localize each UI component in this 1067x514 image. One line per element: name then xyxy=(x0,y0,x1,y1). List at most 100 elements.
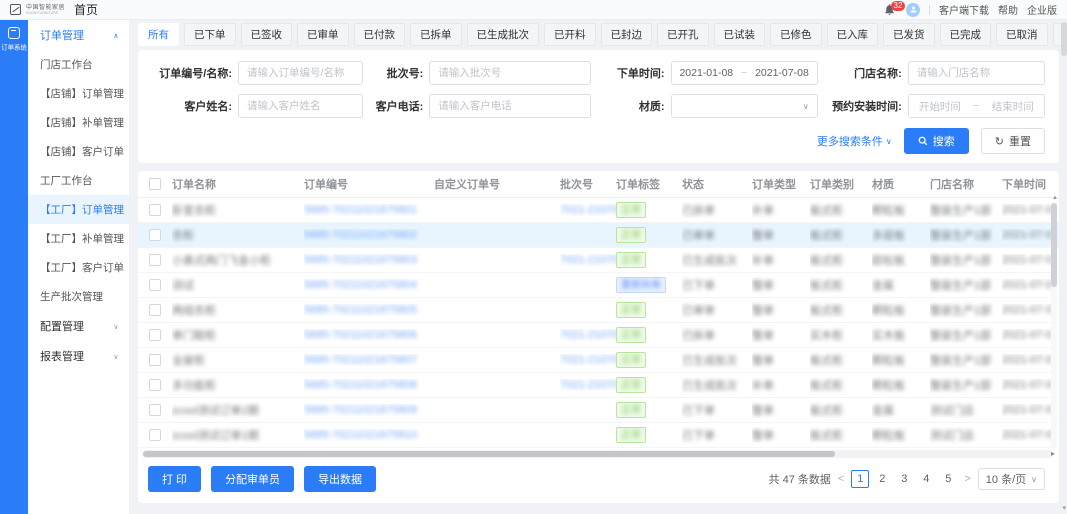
sidebar-item[interactable]: 【店铺】客户订单 xyxy=(28,137,129,166)
table-row[interactable]: zcool测试订单1期5685-70211021675810正常已下单整单板式柜… xyxy=(138,423,1059,448)
batch-number-link[interactable]: 7021-210705-5e xyxy=(560,379,616,391)
batch-no-input[interactable] xyxy=(429,61,590,85)
table-row[interactable]: 两组衣柜5685-70211021675805正常已审单整单板式柜颗粒板整装生产… xyxy=(138,298,1059,323)
sidebar-item[interactable]: 工厂工作台 xyxy=(28,166,129,195)
batch-number-link[interactable]: 7021-210705-5a xyxy=(560,204,616,216)
user-avatar[interactable] xyxy=(906,3,920,17)
sidebar-section-order-management[interactable]: 订单管理 ∧ xyxy=(28,20,129,50)
tab-已下单[interactable]: 已下单 xyxy=(184,23,236,46)
table-horizontal-scrollbar[interactable]: ▸ xyxy=(142,450,1053,458)
order-number-link[interactable]: 5685-70211021675805 xyxy=(304,304,417,316)
order-system-label[interactable]: 订单系统 xyxy=(1,43,27,52)
table-row[interactable]: 全屋柜5685-702110216758077021-210705-5d正常已生… xyxy=(138,348,1059,373)
row-checkbox[interactable] xyxy=(149,379,161,391)
table-row[interactable]: 测试5685-70211021675804重新拆单已下单整单板式柜金属整装生产1… xyxy=(138,273,1059,298)
tab-已开孔[interactable]: 已开孔 xyxy=(657,23,709,46)
page-size-select[interactable]: 10 条/页 ∨ xyxy=(978,468,1045,490)
order-number-link[interactable]: 5685-70211021675806 xyxy=(304,329,417,341)
table-row[interactable]: 多功能柜5685-702110216758087021-210705-5e正常已… xyxy=(138,373,1059,398)
help-link[interactable]: 帮助 xyxy=(998,2,1018,17)
vertical-scroll-thumb[interactable] xyxy=(1051,203,1057,287)
tab-已试装[interactable]: 已试装 xyxy=(714,23,766,46)
row-checkbox[interactable] xyxy=(149,404,161,416)
order-system-icon[interactable] xyxy=(8,27,20,39)
order-number-link[interactable]: 5685-70211021675802 xyxy=(304,229,417,241)
table-row[interactable]: 单门鞋柜5685-702110216758067021-210705-5c正常已… xyxy=(138,323,1059,348)
page-button-1[interactable]: 1 xyxy=(851,470,869,488)
export-data-button[interactable]: 导出数据 xyxy=(304,466,376,492)
row-checkbox[interactable] xyxy=(149,279,161,291)
tab-已开料[interactable]: 已开料 xyxy=(544,23,596,46)
table-row[interactable]: 衣柜5685-70211021675802正常已审单整单板式柜多层板整装生产1部… xyxy=(138,223,1059,248)
tab-所有[interactable]: 所有 xyxy=(138,23,179,46)
scroll-down-icon[interactable]: ▾ xyxy=(1062,504,1066,512)
print-button[interactable]: 打 印 xyxy=(148,466,201,492)
store-name-input[interactable] xyxy=(908,61,1045,85)
reset-button[interactable]: ↻ 重置 xyxy=(981,128,1045,154)
tab-已取消[interactable]: 已取消 xyxy=(996,23,1048,46)
order-time-range-picker[interactable]: 2021-01-08 ~ 2021-07-08 xyxy=(671,61,818,85)
sidebar-item[interactable]: 【工厂】订单管理 xyxy=(28,195,129,224)
home-breadcrumb[interactable]: 首页 xyxy=(74,1,98,18)
search-button[interactable]: 搜索 xyxy=(904,128,969,154)
tab-已封边[interactable]: 已封边 xyxy=(601,23,653,46)
sidebar-item[interactable]: 门店工作台 xyxy=(28,50,129,79)
batch-number-link[interactable]: 7021-210705-5c xyxy=(560,329,616,341)
order-number-link[interactable]: 5685-70211021675808 xyxy=(304,379,417,391)
customer-phone-input[interactable] xyxy=(429,94,590,118)
order-number-link[interactable]: 5685-70211021675809 xyxy=(304,404,417,416)
page-button-3[interactable]: 3 xyxy=(895,470,913,488)
tab-已拆单[interactable]: 已拆单 xyxy=(410,23,462,46)
table-vertical-scrollbar[interactable] xyxy=(1051,203,1057,449)
order-number-link[interactable]: 5685-70211021675804 xyxy=(304,279,417,291)
prev-page-button[interactable]: < xyxy=(838,473,844,485)
row-checkbox[interactable] xyxy=(149,354,161,366)
row-checkbox[interactable] xyxy=(149,329,161,341)
tab-已付款[interactable]: 已付款 xyxy=(354,23,406,46)
table-row[interactable]: 小美式两门飞金小柜5685-702110216758037021-210705-… xyxy=(138,248,1059,273)
row-checkbox[interactable] xyxy=(149,229,161,241)
install-time-end-placeholder[interactable]: 结束时间 xyxy=(992,99,1034,114)
tab-已完成[interactable]: 已完成 xyxy=(940,23,992,46)
next-page-button[interactable]: > xyxy=(964,473,970,485)
horizontal-scroll-thumb[interactable] xyxy=(143,451,835,457)
page-button-4[interactable]: 4 xyxy=(917,470,935,488)
sidebar-item[interactable]: 【工厂】补单管理 xyxy=(28,224,129,253)
order-time-start[interactable]: 2021-01-08 xyxy=(679,67,733,79)
tab-已入库[interactable]: 已入库 xyxy=(827,23,879,46)
page-scrollbar-thumb[interactable] xyxy=(1061,22,1067,56)
row-checkbox[interactable] xyxy=(149,254,161,266)
material-select[interactable]: ∨ xyxy=(671,94,818,118)
sidebar-item[interactable]: 生产批次管理 xyxy=(28,282,129,311)
enterprise-link[interactable]: 企业版 xyxy=(1027,2,1057,17)
row-checkbox[interactable] xyxy=(149,429,161,441)
order-number-link[interactable]: 5685-70211021675807 xyxy=(304,354,417,366)
tab-已修色[interactable]: 已修色 xyxy=(770,23,822,46)
sidebar-item[interactable]: 【店铺】补单管理 xyxy=(28,108,129,137)
table-row[interactable]: zcool测试订单2期5685-70211021675809正常已下单整单板式柜… xyxy=(138,398,1059,423)
sidebar-section[interactable]: 配置管理∨ xyxy=(28,311,129,341)
scroll-up-icon[interactable]: ▲ xyxy=(1052,195,1058,201)
order-time-end[interactable]: 2021-07-08 xyxy=(755,67,809,79)
sidebar-item[interactable]: 【工厂】客户订单 xyxy=(28,253,129,282)
customer-name-input[interactable] xyxy=(238,94,363,118)
assign-reviewer-button[interactable]: 分配审单员 xyxy=(211,466,294,492)
more-filters-link[interactable]: 更多搜索条件 ∨ xyxy=(817,133,892,149)
install-time-range-picker[interactable]: 开始时间 ~ 结束时间 xyxy=(908,94,1045,118)
batch-number-link[interactable]: 7021-210705-5b xyxy=(560,254,616,266)
tab-已审单[interactable]: 已审单 xyxy=(297,23,349,46)
sidebar-item[interactable]: 【店铺】订单管理 xyxy=(28,79,129,108)
order-no-input[interactable] xyxy=(238,61,363,85)
page-button-5[interactable]: 5 xyxy=(939,470,957,488)
order-number-link[interactable]: 5685-70211021675801 xyxy=(304,204,417,216)
sidebar-section[interactable]: 报表管理∨ xyxy=(28,341,129,371)
order-number-link[interactable]: 5685-70211021675810 xyxy=(304,429,417,441)
select-all-checkbox[interactable] xyxy=(149,178,161,190)
page-button-2[interactable]: 2 xyxy=(873,470,891,488)
order-number-link[interactable]: 5685-70211021675803 xyxy=(304,254,417,266)
tab-已生成批次[interactable]: 已生成批次 xyxy=(467,23,540,46)
install-time-start-placeholder[interactable]: 开始时间 xyxy=(919,99,961,114)
tab-已发货[interactable]: 已发货 xyxy=(883,23,935,46)
batch-number-link[interactable]: 7021-210705-5d xyxy=(560,354,616,366)
client-download-link[interactable]: 客户端下载 xyxy=(939,2,989,17)
